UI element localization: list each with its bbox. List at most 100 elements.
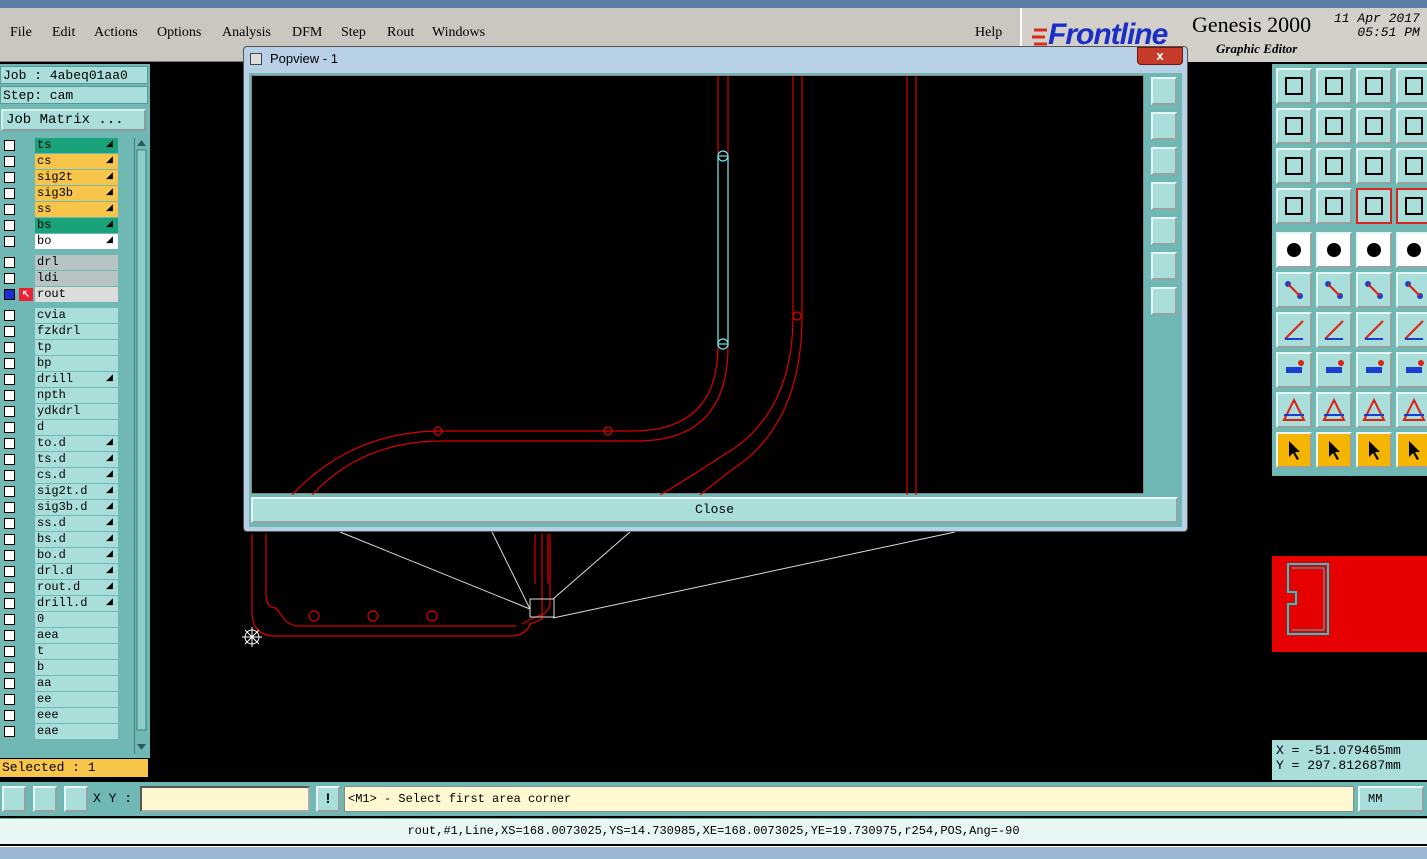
popview-right-icon[interactable]: [1151, 217, 1177, 245]
layer-checkbox[interactable]: [4, 518, 15, 529]
layer-row[interactable]: drill ◢: [0, 372, 120, 387]
tri1-icon[interactable]: [1276, 392, 1312, 428]
layer-row[interactable]: sig2t ◢: [0, 170, 120, 185]
popview-zoom-icon[interactable]: [1151, 77, 1177, 105]
layer-checkbox[interactable]: [4, 140, 15, 151]
layer-row[interactable]: ydkdrl: [0, 404, 120, 419]
layer-row[interactable]: cs.d ◢: [0, 468, 120, 483]
layer-row[interactable]: sig3b.d ◢: [0, 500, 120, 515]
job-matrix-button[interactable]: Job Matrix ...: [1, 109, 146, 131]
surface-icon[interactable]: [1316, 232, 1352, 268]
layer-checkbox[interactable]: [4, 598, 15, 609]
layer-checkbox[interactable]: [4, 220, 15, 231]
layer-checkbox[interactable]: [4, 582, 15, 593]
layer-row[interactable]: b: [0, 660, 120, 675]
layer-checkbox[interactable]: [4, 502, 15, 513]
cross-icon[interactable]: [1316, 272, 1352, 308]
layer-name[interactable]: ldi: [35, 271, 118, 286]
help-icon[interactable]: [1396, 148, 1427, 184]
zoom-in-area-icon[interactable]: [1316, 68, 1352, 104]
menu-step[interactable]: Step: [341, 25, 366, 41]
popview-close-x[interactable]: x: [1137, 47, 1183, 65]
ratio-icon[interactable]: [1356, 148, 1392, 184]
layer-row[interactable]: drill.d ◢: [0, 596, 120, 611]
layer-name[interactable]: ydkdrl: [35, 404, 118, 419]
layer-checkbox[interactable]: [4, 188, 15, 199]
alert-icon[interactable]: !: [316, 786, 340, 812]
pointer-icon[interactable]: [1276, 432, 1312, 468]
layer-checkbox[interactable]: [4, 342, 15, 353]
measure-icon[interactable]: [1276, 188, 1312, 224]
undo-icon[interactable]: [1356, 108, 1392, 144]
measure-angle-icon[interactable]: [33, 786, 57, 812]
layer-checkbox[interactable]: [4, 289, 15, 300]
layer-checkbox[interactable]: [4, 438, 15, 449]
arc-icon[interactable]: [1356, 312, 1392, 348]
grid-icon[interactable]: [1396, 352, 1427, 388]
popview-up-icon[interactable]: [1151, 112, 1177, 140]
pan-left-icon[interactable]: [1276, 108, 1312, 144]
layer-name[interactable]: eae: [35, 724, 118, 739]
layer-row[interactable]: bo.d ◢: [0, 548, 120, 563]
bracket-icon[interactable]: [1356, 352, 1392, 388]
tri4-icon[interactable]: [1396, 392, 1427, 428]
layer-name[interactable]: npth: [35, 388, 118, 403]
layer-row[interactable]: tp: [0, 340, 120, 355]
dot-icon[interactable]: [1396, 232, 1427, 268]
layer-name[interactable]: aa: [35, 676, 118, 691]
layer-name[interactable]: tp: [35, 340, 118, 355]
menu-dfm[interactable]: DFM: [292, 25, 322, 41]
center-icon[interactable]: [1316, 148, 1352, 184]
tri3-icon[interactable]: [1356, 392, 1392, 428]
popview-down-icon[interactable]: [1151, 147, 1177, 175]
menu-file[interactable]: File: [10, 25, 32, 41]
layer-checkbox[interactable]: [4, 236, 15, 247]
xy-input[interactable]: [140, 786, 310, 812]
pointer4-icon[interactable]: [1396, 432, 1427, 468]
window-icon[interactable]: [1396, 68, 1427, 104]
menu-windows[interactable]: Windows: [432, 25, 485, 41]
minimap[interactable]: [1272, 476, 1427, 738]
popview-center-icon[interactable]: [1151, 287, 1177, 315]
layer-name[interactable]: b: [35, 660, 118, 675]
pan-right-icon[interactable]: [1316, 108, 1352, 144]
layer-row[interactable]: drl.d ◢: [0, 564, 120, 579]
pointer3-icon[interactable]: [1356, 432, 1392, 468]
zoom-area-icon[interactable]: [2, 786, 26, 812]
layer-checkbox[interactable]: [4, 310, 15, 321]
layer-row[interactable]: cvia: [0, 308, 120, 323]
layer-select-icon[interactable]: [1356, 188, 1392, 224]
layer-row[interactable]: ts ◢: [0, 138, 120, 153]
layer-checkbox[interactable]: [4, 614, 15, 625]
layer-checkbox[interactable]: [4, 204, 15, 215]
layer-row[interactable]: bo ◢: [0, 234, 120, 249]
fill-icon[interactable]: [1396, 312, 1427, 348]
menu-actions[interactable]: Actions: [94, 25, 138, 41]
layer-row[interactable]: d: [0, 420, 120, 435]
affected-arrow-icon[interactable]: ↖: [19, 288, 33, 301]
layer-row[interactable]: aa: [0, 676, 120, 691]
layer-name[interactable]: 0: [35, 612, 118, 627]
layer-checkbox[interactable]: [4, 470, 15, 481]
layer-row[interactable]: sig2t.d ◢: [0, 484, 120, 499]
home-icon[interactable]: [1356, 68, 1392, 104]
layer-name[interactable]: drl: [35, 255, 118, 270]
layer-select2-icon[interactable]: [1396, 188, 1427, 224]
layer-checkbox[interactable]: [4, 486, 15, 497]
layer-row[interactable]: bp: [0, 356, 120, 371]
popview-fit-icon[interactable]: [1151, 252, 1177, 280]
layer-row[interactable]: ts.d ◢: [0, 452, 120, 467]
layer-checkbox[interactable]: [4, 646, 15, 657]
grid-snap-icon[interactable]: [64, 786, 88, 812]
menu-rout[interactable]: Rout: [387, 25, 414, 41]
layer-row[interactable]: to.d ◢: [0, 436, 120, 451]
layer-checkbox[interactable]: [4, 390, 15, 401]
layer-name[interactable]: d: [35, 420, 118, 435]
pad-add-icon[interactable]: [1276, 232, 1312, 268]
layer-name[interactable]: ee: [35, 692, 118, 707]
layer-checkbox[interactable]: [4, 710, 15, 721]
layer-row[interactable]: drl: [0, 255, 120, 270]
line-node2-icon[interactable]: [1396, 272, 1427, 308]
fit-icon[interactable]: [1276, 148, 1312, 184]
layer-name[interactable]: eee: [35, 708, 118, 723]
